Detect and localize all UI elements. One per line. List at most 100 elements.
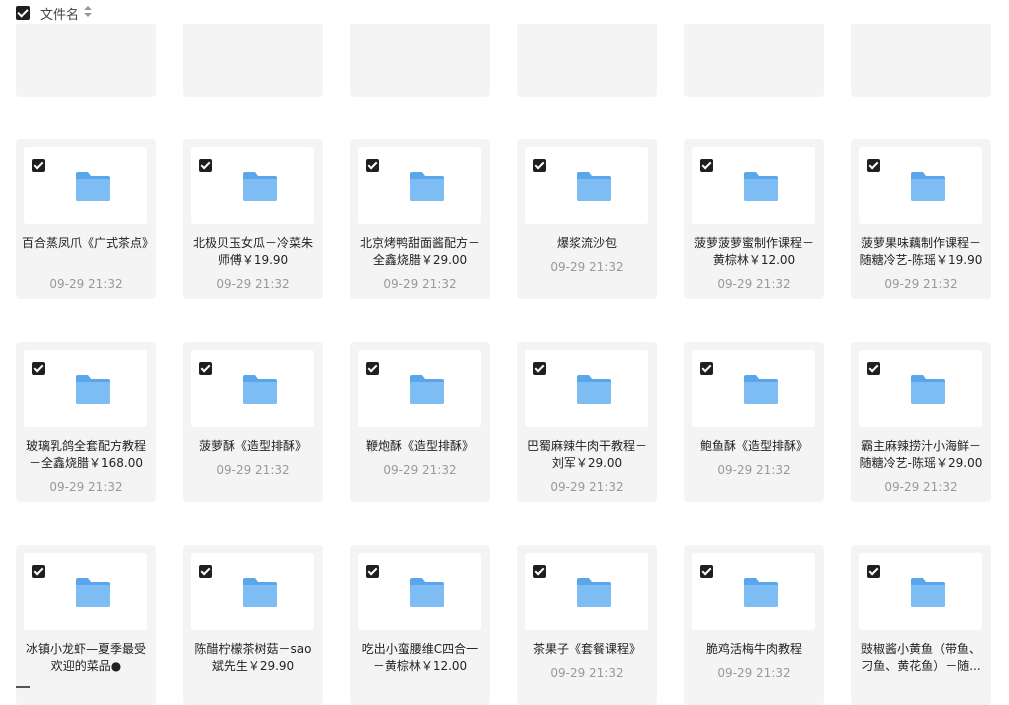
folder-card[interactable]: 菠萝菠萝蜜制作课程－黄棕林￥12.00 09-29 21:32 xyxy=(684,139,824,299)
folder-card[interactable]: 鲍鱼酥《造型排酥》 09-29 21:32 xyxy=(684,342,824,502)
folder-card[interactable]: 北极贝玉女瓜－冷菜朱师傅￥19.90 09-29 21:32 xyxy=(183,139,323,299)
modified-time: 09-29 21:32 xyxy=(884,480,958,494)
checkbox-checked-icon[interactable] xyxy=(700,362,713,375)
modified-time: 09-29 21:32 xyxy=(49,480,123,494)
checkbox-checked-icon[interactable] xyxy=(366,362,379,375)
folder-thumbnail xyxy=(191,147,314,224)
checkbox-checked-icon[interactable] xyxy=(32,159,45,172)
folder-icon xyxy=(743,576,779,608)
modified-time: 09-29 21:32 xyxy=(216,277,290,291)
folder-name: 百合蒸凤爪《广式茶点》 xyxy=(22,236,150,250)
modified-time: 09-29 21:32 xyxy=(717,463,791,477)
column-header-filename[interactable]: 文件名 xyxy=(40,4,79,23)
checkbox-checked-icon[interactable] xyxy=(32,565,45,578)
checkbox-checked-icon[interactable] xyxy=(199,159,212,172)
checkbox-checked-icon[interactable] xyxy=(867,362,880,375)
folder-name: 菠萝酥《造型排酥》 xyxy=(198,439,307,453)
folder-icon xyxy=(743,373,779,405)
folder-card[interactable]: 百合蒸凤爪《广式茶点》 09-29 21:32 xyxy=(16,139,156,299)
folder-name: 爆浆流沙包 xyxy=(556,236,617,250)
folder-icon xyxy=(576,170,612,202)
modified-time: 09-29 21:32 xyxy=(717,666,791,680)
folder-card[interactable]: 北京烤鸭甜面酱配方－全鑫烧腊￥29.00 09-29 21:32 xyxy=(350,139,490,299)
folder-card[interactable]: 鞭炮酥《造型排酥》 09-29 21:32 xyxy=(350,342,490,502)
folder-name: 鲍鱼酥《造型排酥》 xyxy=(699,439,808,453)
select-all-checkbox-icon[interactable] xyxy=(16,6,30,20)
checkbox-checked-icon[interactable] xyxy=(867,159,880,172)
folder-name: 菠萝菠萝蜜制作课程－黄棕林￥12.00 xyxy=(693,236,814,267)
checkbox-checked-icon[interactable] xyxy=(366,159,379,172)
folder-thumbnail xyxy=(24,350,147,427)
folder-icon xyxy=(75,170,111,202)
folder-thumbnail xyxy=(525,147,648,224)
folder-name: 北京烤鸭甜面酱配方－全鑫烧腊￥29.00 xyxy=(359,236,480,267)
folder-thumbnail xyxy=(24,147,147,224)
folder-icon xyxy=(75,373,111,405)
folder-card[interactable]: 冰镇小龙虾—夏季最受欢迎的菜品● xyxy=(16,545,156,705)
folder-thumbnail xyxy=(692,147,815,224)
modified-time: 09-29 21:32 xyxy=(550,666,624,680)
checkbox-checked-icon[interactable] xyxy=(533,159,546,172)
folder-card[interactable]: 吃出小蛮腰维C四合一－黄棕林￥12.00 xyxy=(350,545,490,705)
folder-icon xyxy=(409,170,445,202)
folder-thumbnail xyxy=(859,147,982,224)
folder-name: 霸主麻辣捞汁小海鲜－随糖冷艺-陈瑶￥29.00 xyxy=(859,439,983,470)
folder-name: 脆鸡活梅牛肉教程 xyxy=(705,642,802,656)
folder-card[interactable]: 菠萝果味藕制作课程－随糖冷艺-陈瑶￥19.90 09-29 21:32 xyxy=(851,139,991,299)
folder-thumbnail xyxy=(525,350,648,427)
folder-thumbnail xyxy=(358,147,481,224)
modified-time: 09-29 21:32 xyxy=(717,277,791,291)
folder-icon xyxy=(242,170,278,202)
sort-icon[interactable] xyxy=(84,5,92,19)
modified-time: 09-29 21:32 xyxy=(550,480,624,494)
folder-name: 北极贝玉女瓜－冷菜朱师傅￥19.90 xyxy=(192,236,313,267)
checkbox-checked-icon[interactable] xyxy=(32,362,45,375)
checkbox-checked-icon[interactable] xyxy=(700,159,713,172)
modified-time: 09-29 21:32 xyxy=(49,277,123,291)
folder-card[interactable]: 茶果子《套餐课程》 09-29 21:32 xyxy=(517,545,657,705)
folder-icon xyxy=(910,373,946,405)
folder-thumbnail xyxy=(692,350,815,427)
folder-name: 茶果子《套餐课程》 xyxy=(532,642,641,656)
modified-time: 09-29 21:32 xyxy=(884,277,958,291)
folder-card[interactable]: 玻璃乳鸽全套配方教程－全鑫烧腊￥168.00 09-29 21:32 xyxy=(16,342,156,502)
folder-thumbnail xyxy=(24,553,147,630)
folder-icon xyxy=(743,170,779,202)
checkbox-checked-icon[interactable] xyxy=(867,565,880,578)
folder-name: 菠萝果味藕制作课程－随糖冷艺-陈瑶￥19.90 xyxy=(859,236,983,267)
folder-card[interactable]: 脆鸡活梅牛肉教程 09-29 21:32 xyxy=(684,545,824,705)
folder-name: 巴蜀麻辣牛肉干教程－刘军￥29.00 xyxy=(526,439,647,470)
folder-card[interactable]: 爆浆流沙包 09-29 21:32 xyxy=(517,139,657,299)
folder-name: 豉椒酱小黄鱼（带鱼、刁鱼、黄花鱼）－随... xyxy=(860,642,981,673)
folder-icon xyxy=(409,576,445,608)
checkbox-checked-icon[interactable] xyxy=(700,565,713,578)
modified-time: 09-29 21:32 xyxy=(216,463,290,477)
file-grid: (客家)盐焗鸡配方与教程－全鑫烧腊￥98.0009-29 21:32(网红)脆皮… xyxy=(0,0,1009,705)
checkbox-checked-icon[interactable] xyxy=(199,565,212,578)
folder-card[interactable]: 陈醋柠檬茶树菇－sao斌先生￥29.90 xyxy=(183,545,323,705)
folder-card[interactable]: 豉椒酱小黄鱼（带鱼、刁鱼、黄花鱼）－随... xyxy=(851,545,991,705)
checkbox-checked-icon[interactable] xyxy=(533,565,546,578)
bottom-edge-mark xyxy=(16,686,30,688)
modified-time: 09-29 21:32 xyxy=(383,277,457,291)
folder-thumbnail xyxy=(692,553,815,630)
modified-time: 09-29 21:32 xyxy=(383,463,457,477)
folder-icon xyxy=(910,576,946,608)
folder-card[interactable]: 霸主麻辣捞汁小海鲜－随糖冷艺-陈瑶￥29.00 09-29 21:32 xyxy=(851,342,991,502)
folder-thumbnail xyxy=(525,553,648,630)
checkbox-checked-icon[interactable] xyxy=(533,362,546,375)
folder-thumbnail xyxy=(859,350,982,427)
folder-card[interactable]: 菠萝酥《造型排酥》 09-29 21:32 xyxy=(183,342,323,502)
folder-name: 玻璃乳鸽全套配方教程－全鑫烧腊￥168.00 xyxy=(25,439,146,470)
checkbox-checked-icon[interactable] xyxy=(366,565,379,578)
folder-thumbnail xyxy=(859,553,982,630)
folder-name: 陈醋柠檬茶树菇－sao斌先生￥29.90 xyxy=(194,642,312,673)
folder-thumbnail xyxy=(358,350,481,427)
folder-name: 吃出小蛮腰维C四合一－黄棕林￥12.00 xyxy=(361,642,479,673)
folder-icon xyxy=(242,576,278,608)
folder-card[interactable]: 巴蜀麻辣牛肉干教程－刘军￥29.00 09-29 21:32 xyxy=(517,342,657,502)
folder-icon xyxy=(75,576,111,608)
folder-icon xyxy=(910,170,946,202)
checkbox-checked-icon[interactable] xyxy=(199,362,212,375)
file-list-header: 文件名 xyxy=(0,0,1009,24)
